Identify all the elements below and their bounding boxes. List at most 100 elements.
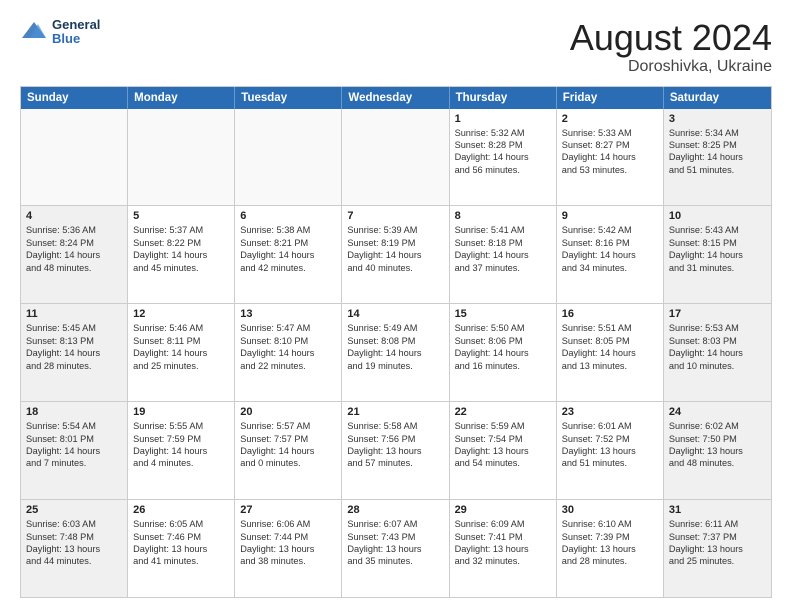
calendar-cell-r4-c3: 28Sunrise: 6:07 AMSunset: 7:43 PMDayligh… bbox=[342, 500, 449, 597]
cell-info-line: and 35 minutes. bbox=[347, 555, 443, 567]
calendar-cell-r0-c6: 3Sunrise: 5:34 AMSunset: 8:25 PMDaylight… bbox=[664, 109, 771, 206]
cell-info-line: Sunset: 7:50 PM bbox=[669, 433, 766, 445]
cell-info-line: and 25 minutes. bbox=[133, 360, 229, 372]
cell-info-line: Sunset: 8:08 PM bbox=[347, 335, 443, 347]
cell-info-line: and 4 minutes. bbox=[133, 457, 229, 469]
cell-info-line: Sunset: 7:52 PM bbox=[562, 433, 658, 445]
calendar-cell-r2-c2: 13Sunrise: 5:47 AMSunset: 8:10 PMDayligh… bbox=[235, 304, 342, 401]
day-number: 10 bbox=[669, 210, 766, 222]
calendar-cell-r1-c3: 7Sunrise: 5:39 AMSunset: 8:19 PMDaylight… bbox=[342, 206, 449, 303]
cell-info-line: Daylight: 14 hours bbox=[347, 347, 443, 359]
cell-info-line: Sunset: 7:37 PM bbox=[669, 531, 766, 543]
cell-info-line: and 31 minutes. bbox=[669, 262, 766, 274]
cell-info-line: and 53 minutes. bbox=[562, 164, 658, 176]
cell-info-line: Sunrise: 5:39 AM bbox=[347, 224, 443, 236]
header-tuesday: Tuesday bbox=[235, 87, 342, 109]
cell-info-line: Sunset: 7:46 PM bbox=[133, 531, 229, 543]
calendar-cell-r4-c5: 30Sunrise: 6:10 AMSunset: 7:39 PMDayligh… bbox=[557, 500, 664, 597]
calendar-cell-r4-c0: 25Sunrise: 6:03 AMSunset: 7:48 PMDayligh… bbox=[21, 500, 128, 597]
day-number: 3 bbox=[669, 113, 766, 125]
cell-info-line: Sunrise: 5:47 AM bbox=[240, 322, 336, 334]
cell-info-line: Sunrise: 5:32 AM bbox=[455, 127, 551, 139]
cell-info-line: Daylight: 14 hours bbox=[669, 151, 766, 163]
day-number: 22 bbox=[455, 406, 551, 418]
cell-info-line: Daylight: 14 hours bbox=[133, 445, 229, 457]
cell-info-line: Sunset: 8:15 PM bbox=[669, 237, 766, 249]
cell-info-line: Sunset: 8:06 PM bbox=[455, 335, 551, 347]
calendar-cell-r1-c0: 4Sunrise: 5:36 AMSunset: 8:24 PMDaylight… bbox=[21, 206, 128, 303]
cell-info-line: Sunset: 7:39 PM bbox=[562, 531, 658, 543]
header-friday: Friday bbox=[557, 87, 664, 109]
day-number: 24 bbox=[669, 406, 766, 418]
calendar-row-0: 1 Sunrise: 5:32 AMSunset: 8:28 PM Daylight… bbox=[21, 109, 771, 207]
calendar-cell-r1-c4: 8Sunrise: 5:41 AMSunset: 8:18 PMDaylight… bbox=[450, 206, 557, 303]
header-saturday: Saturday bbox=[664, 87, 771, 109]
day-number: 28 bbox=[347, 504, 443, 516]
cell-info-line: and 37 minutes. bbox=[455, 262, 551, 274]
cell-info-line: Sunset: 7:44 PM bbox=[240, 531, 336, 543]
cell-info-line: Daylight: 14 hours bbox=[26, 445, 122, 457]
cell-info-line: Daylight: 13 hours bbox=[669, 445, 766, 457]
cell-info-line: and 51 minutes. bbox=[669, 164, 766, 176]
cell-info-line: Sunrise: 6:02 AM bbox=[669, 420, 766, 432]
main-title: August 2024 bbox=[570, 18, 772, 58]
cell-info-line: Sunset: 7:56 PM bbox=[347, 433, 443, 445]
cell-info-line: Daylight: 14 hours bbox=[26, 347, 122, 359]
cell-info-line: Sunset: 8:19 PM bbox=[347, 237, 443, 249]
cell-info-line: Daylight: 13 hours bbox=[133, 543, 229, 555]
day-number: 6 bbox=[240, 210, 336, 222]
cell-info-line: and 22 minutes. bbox=[240, 360, 336, 372]
cell-info-line: Sunset: 8:27 PM bbox=[562, 139, 658, 151]
day-number: 27 bbox=[240, 504, 336, 516]
cell-info-line: Daylight: 14 hours bbox=[347, 249, 443, 261]
cell-info-line: Daylight: 14 hours bbox=[455, 249, 551, 261]
cell-info-line: Sunrise: 5:43 AM bbox=[669, 224, 766, 236]
cell-info-line: Daylight: 14 hours bbox=[669, 347, 766, 359]
calendar-cell-r3-c2: 20Sunrise: 5:57 AMSunset: 7:57 PMDayligh… bbox=[235, 402, 342, 499]
cell-info-line: Sunrise: 6:03 AM bbox=[26, 518, 122, 530]
cell-info-line: and 7 minutes. bbox=[26, 457, 122, 469]
cell-info-line: Sunrise: 5:34 AM bbox=[669, 127, 766, 139]
cell-info-line: Daylight: 14 hours bbox=[669, 249, 766, 261]
day-number: 1 bbox=[455, 113, 551, 125]
cell-info-line: and 34 minutes. bbox=[562, 262, 658, 274]
cell-info-line: Daylight: 13 hours bbox=[562, 445, 658, 457]
cell-info-line: Daylight: 14 hours bbox=[562, 347, 658, 359]
cell-info-line: Sunset: 8:18 PM bbox=[455, 237, 551, 249]
cell-info-line: Sunset: 7:54 PM bbox=[455, 433, 551, 445]
cell-info-line: Sunset: 8:11 PM bbox=[133, 335, 229, 347]
cell-info-line: Sunset: 7:48 PM bbox=[26, 531, 122, 543]
day-number: 20 bbox=[240, 406, 336, 418]
day-number: 25 bbox=[26, 504, 122, 516]
cell-info-line: Daylight: 14 hours bbox=[562, 151, 658, 163]
calendar-cell-r3-c6: 24 Sunrise: 6:02 AMSunset: 7:50 PMDayligh… bbox=[664, 402, 771, 499]
cell-info-line: Sunset: 8:28 PM bbox=[455, 139, 551, 151]
cell-info-line: and 48 minutes. bbox=[669, 457, 766, 469]
cell-info-line: and 41 minutes. bbox=[133, 555, 229, 567]
cell-info-line: Sunset: 8:01 PM bbox=[26, 433, 122, 445]
cell-info-line: and 28 minutes. bbox=[562, 555, 658, 567]
day-number: 13 bbox=[240, 308, 336, 320]
calendar-cell-r2-c5: 16Sunrise: 5:51 AMSunset: 8:05 PMDayligh… bbox=[557, 304, 664, 401]
calendar-cell-r1-c1: 5Sunrise: 5:37 AMSunset: 8:22 PMDaylight… bbox=[128, 206, 235, 303]
day-number: 4 bbox=[26, 210, 122, 222]
calendar-cell-r0-c0 bbox=[21, 109, 128, 206]
calendar-cell-r4-c1: 26Sunrise: 6:05 AMSunset: 7:46 PMDayligh… bbox=[128, 500, 235, 597]
logo: General Blue bbox=[20, 18, 100, 47]
cell-info-line: and 42 minutes. bbox=[240, 262, 336, 274]
calendar-cell-r4-c4: 29Sunrise: 6:09 AMSunset: 7:41 PMDayligh… bbox=[450, 500, 557, 597]
calendar-cell-r3-c3: 21Sunrise: 5:58 AMSunset: 7:56 PMDayligh… bbox=[342, 402, 449, 499]
cell-info-line: Daylight: 13 hours bbox=[669, 543, 766, 555]
cell-info-line: and 51 minutes. bbox=[562, 457, 658, 469]
cell-info-line: Daylight: 13 hours bbox=[347, 543, 443, 555]
day-number: 21 bbox=[347, 406, 443, 418]
cell-info-line: Sunset: 7:57 PM bbox=[240, 433, 336, 445]
cell-info-line: Daylight: 13 hours bbox=[240, 543, 336, 555]
cell-info-line: Sunrise: 5:54 AM bbox=[26, 420, 122, 432]
cell-info-line: Sunrise: 6:10 AM bbox=[562, 518, 658, 530]
cell-info-line: Sunrise: 5:38 AM bbox=[240, 224, 336, 236]
calendar-cell-r4-c2: 27Sunrise: 6:06 AMSunset: 7:44 PMDayligh… bbox=[235, 500, 342, 597]
cell-info-line: Daylight: 14 hours bbox=[240, 249, 336, 261]
cell-info-line: Daylight: 14 hours bbox=[26, 249, 122, 261]
day-number: 17 bbox=[669, 308, 766, 320]
